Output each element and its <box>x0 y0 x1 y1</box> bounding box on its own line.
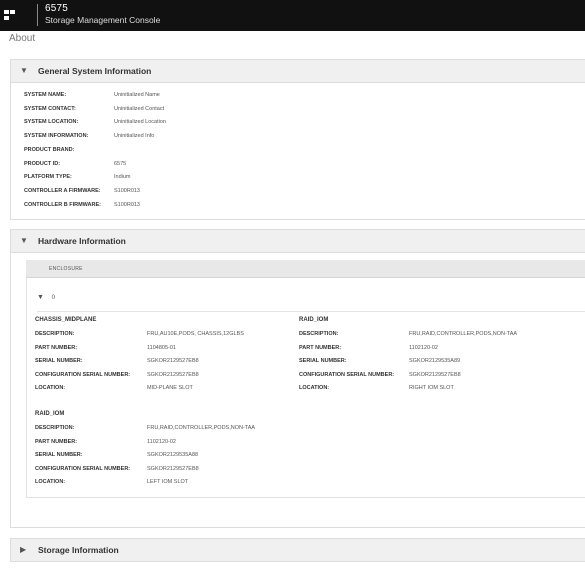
info-label: DESCRIPTION: <box>35 425 75 431</box>
console-title: Storage Management Console <box>45 15 161 25</box>
enclosure-header: ENCLOSURE <box>26 260 585 278</box>
info-value: Uninitialized Info <box>114 133 155 140</box>
info-label: CONTROLLER B FIRMWARE: <box>24 201 101 208</box>
info-value: SGKOR2129527EB8 <box>147 371 199 378</box>
info-value: 6575 <box>114 160 127 167</box>
page-title: About <box>9 33 36 44</box>
info-value: FRU,RAID,CONTROLLER,PODS,NON-TAA <box>147 425 256 431</box>
enclosure-toggle[interactable]: ▼ 0 <box>37 294 55 301</box>
info-label: SYSTEM NAME: <box>24 92 67 98</box>
storage-title: Storage Information <box>38 545 119 555</box>
chevron-down-icon[interactable]: ▼ <box>20 236 28 245</box>
hardware-panel: ▼ Hardware Information ENCLOSURE ▼ 0 CHA… <box>10 229 585 528</box>
storage-panel: ▶ Storage Information <box>10 538 585 562</box>
info-label: PRODUCT BRAND: <box>24 146 75 153</box>
info-label: DESCRIPTION: <box>35 331 75 337</box>
model-number: 6575 <box>45 3 69 14</box>
info-value: S100R013 <box>114 201 140 208</box>
info-label: PART NUMBER: <box>35 438 78 445</box>
top-bar: 6575 Storage Management Console <box>0 0 585 31</box>
info-label: SYSTEM LOCATION: <box>24 119 79 126</box>
raid-iom-right-title: RAID_IOM <box>299 317 329 323</box>
info-label: CONFIGURATION SERIAL NUMBER: <box>299 371 395 378</box>
chevron-right-icon[interactable]: ▶ <box>20 545 26 554</box>
info-value: 1104805-01 <box>147 344 176 351</box>
info-label: SYSTEM CONTACT: <box>24 105 76 112</box>
info-label: PART NUMBER: <box>35 344 78 351</box>
info-label: CONTROLLER A FIRMWARE: <box>24 187 101 194</box>
info-value: SGKOR2129527EB8 <box>147 465 199 472</box>
info-value: SGKOR2129527EB8 <box>409 371 461 378</box>
info-value: RIGHT IOM SLOT <box>409 385 454 391</box>
info-label: PLATFORM TYPE: <box>24 174 72 181</box>
enclosure-divider <box>37 311 585 312</box>
info-value: SGKOR2129535A88 <box>147 452 199 458</box>
info-value: LEFT IOM SLOT <box>147 479 189 485</box>
info-value: Uninitialized Contact <box>114 105 165 112</box>
info-value: 1102120-02 <box>409 344 438 351</box>
general-system-title: General System Information <box>38 66 152 76</box>
info-value: Uninitialized Location <box>114 119 166 126</box>
enclosure-box: ▼ 0 CHASSIS_MIDPLANE DESCRIPTION: FRU,AU1… <box>26 278 585 498</box>
info-label: SERIAL NUMBER: <box>35 452 83 458</box>
info-value: 1102120-02 <box>147 438 176 445</box>
general-system-panel: ▼ General System Information SYSTEM NAME… <box>10 59 585 220</box>
info-label: PRODUCT ID: <box>24 160 61 167</box>
header-divider <box>37 4 38 26</box>
info-label: LOCATION: <box>35 385 66 391</box>
info-label: SERIAL NUMBER: <box>299 358 347 364</box>
hardware-title: Hardware Information <box>38 236 126 246</box>
chevron-down-icon[interactable]: ▼ <box>37 294 44 301</box>
storage-header[interactable]: ▶ Storage Information <box>11 539 585 561</box>
info-value: FRU,AU10E,PODS, CHASSIS,12GLBS <box>147 331 244 337</box>
info-label: CONFIGURATION SERIAL NUMBER: <box>35 465 131 472</box>
info-label: SERIAL NUMBER: <box>35 358 83 364</box>
general-system-header[interactable]: ▼ General System Information <box>11 60 585 83</box>
hardware-header[interactable]: ▼ Hardware Information <box>11 230 585 253</box>
logo-icon <box>4 10 15 20</box>
info-value: FRU,RAID,CONTROLLER,PODS,NON-TAA <box>409 331 518 337</box>
info-label: PART NUMBER: <box>299 344 342 351</box>
chassis-midplane-title: CHASSIS_MIDPLANE <box>35 317 97 323</box>
info-label: LOCATION: <box>35 479 66 485</box>
info-value: MID-PLANE SLOT <box>147 385 193 391</box>
info-value: Indium <box>114 174 131 181</box>
info-value: SGKOR2129527EB8 <box>147 358 199 364</box>
info-value: SGKOR2129535A89 <box>409 358 461 364</box>
info-label: SYSTEM INFORMATION: <box>24 133 89 140</box>
raid-iom-left-title: RAID_IOM <box>35 411 65 417</box>
info-value: Uninitialized Name <box>114 92 160 98</box>
chevron-down-icon[interactable]: ▼ <box>20 66 28 75</box>
info-label: DESCRIPTION: <box>299 331 339 337</box>
info-label: CONFIGURATION SERIAL NUMBER: <box>35 371 131 378</box>
info-value: S100R013 <box>114 187 140 194</box>
enclosure-id: 0 <box>51 295 55 301</box>
enclosure-label: ENCLOSURE <box>49 266 83 272</box>
info-label: LOCATION: <box>299 385 330 391</box>
